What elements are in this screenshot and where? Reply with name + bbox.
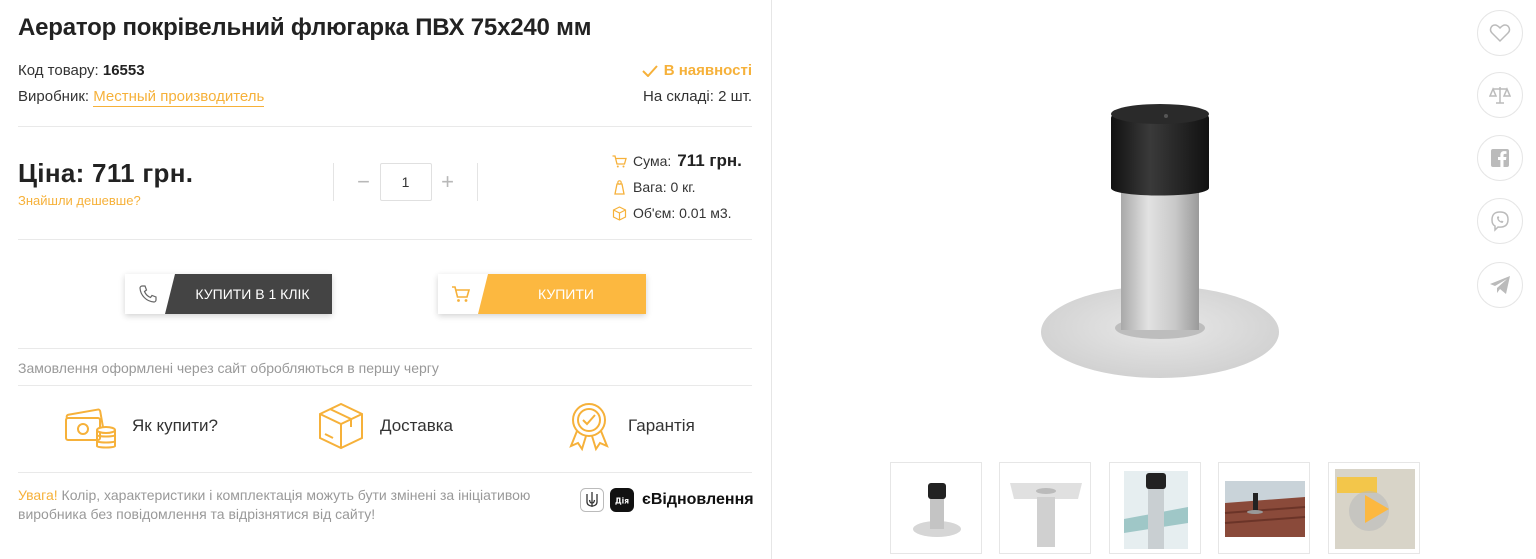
disclaimer: Увага! Колір, характеристики і комплекта… <box>18 486 568 524</box>
thumbnail-image <box>1124 471 1188 549</box>
how-to-buy-link[interactable]: Як купити? <box>64 400 218 452</box>
manufacturer-link[interactable]: Местный производитель <box>93 88 265 107</box>
manufacturer-label: Виробник: <box>18 88 90 105</box>
product-code: Код товару: 16553 <box>18 62 145 79</box>
quantity-input[interactable]: 1 <box>379 163 432 201</box>
weight-icon <box>614 179 625 195</box>
divider <box>18 239 752 240</box>
sum-value: 711 грн. <box>677 151 742 170</box>
how-to-buy-label: Як купити? <box>132 416 219 435</box>
scales-icon <box>1489 87 1511 104</box>
telegram-share-button[interactable] <box>1477 262 1523 308</box>
divider <box>18 348 752 349</box>
money-icon <box>65 408 116 449</box>
wishlist-button[interactable] <box>1477 10 1523 56</box>
quantity-plus-button[interactable]: + <box>432 171 464 193</box>
delivery-label: Доставка <box>380 416 454 435</box>
quantity-minus-button[interactable]: − <box>348 171 380 193</box>
cart-icon <box>612 154 627 167</box>
volume-text: Об'єм: 0.01 м3. <box>633 205 732 221</box>
buy-one-click-label: КУПИТИ В 1 КЛІК <box>165 274 332 314</box>
thumbnail-5-video[interactable] <box>1328 462 1420 554</box>
heart-icon <box>1489 24 1511 43</box>
buy-button[interactable]: КУПИТИ <box>438 274 646 314</box>
thumbnail-4[interactable] <box>1218 462 1310 554</box>
sum-label: Сума: <box>633 153 672 169</box>
thumbnail-image <box>1224 481 1306 537</box>
order-summary: Сума: 711 грн. Вага: 0 кг. Об'єм: 0.01 м… <box>612 148 752 226</box>
divider <box>18 472 752 473</box>
warranty-link[interactable]: Гарантія <box>564 400 695 452</box>
buy-label: КУПИТИ <box>478 274 646 314</box>
disclaimer-lead: Увага! <box>18 487 58 503</box>
product-code-label: Код товару: <box>18 62 99 79</box>
thumbnail-3[interactable] <box>1109 462 1201 554</box>
product-main-image[interactable] <box>1035 90 1285 385</box>
volume-box-icon <box>612 205 627 221</box>
svg-text:Дія: Дія <box>615 497 629 506</box>
facebook-share-button[interactable] <box>1477 135 1523 181</box>
phone-icon <box>125 274 171 314</box>
priority-note: Замовлення оформлені через сайт обробляю… <box>18 360 439 376</box>
divider <box>18 385 752 386</box>
weight-text: Вага: 0 кг. <box>633 179 696 195</box>
thumbnail-image <box>913 483 961 537</box>
diya-logo-icon: Дія <box>610 488 634 512</box>
buy-one-click-button[interactable]: КУПИТИ В 1 КЛІК <box>125 274 332 314</box>
delivery-link[interactable]: Доставка <box>316 400 453 452</box>
stock-count: На складі: 2 шт. <box>642 88 752 105</box>
thumbnail-image <box>1010 483 1082 547</box>
telegram-icon <box>1490 276 1510 294</box>
availability-status: В наявності <box>642 62 752 79</box>
box-icon <box>319 402 363 450</box>
evidnovlennia-badge: Дія єВідновлення <box>580 488 754 512</box>
check-icon <box>642 64 658 77</box>
product-code-value: 16553 <box>102 62 145 79</box>
product-info-panel: Аератор покрівельний флюгарка ПВХ 75х240… <box>0 0 772 559</box>
cart-icon <box>438 274 484 314</box>
found-cheaper-link[interactable]: Знайшли дешевше? <box>18 193 141 208</box>
divider <box>18 126 752 127</box>
viber-icon <box>1491 211 1509 232</box>
play-icon <box>1365 495 1389 523</box>
warranty-label: Гарантія <box>628 416 695 435</box>
thumbnail-1[interactable] <box>890 462 982 554</box>
product-title: Аератор покрівельний флюгарка ПВХ 75х240… <box>18 14 592 41</box>
trident-icon <box>580 488 604 512</box>
disclaimer-text: Колір, характеристики і комплектація мож… <box>18 487 531 522</box>
quantity-stepper: − 1 + <box>333 163 478 201</box>
viber-share-button[interactable] <box>1477 198 1523 244</box>
evidnovlennia-text: єВідновлення <box>642 491 754 508</box>
availability-text: В наявності <box>663 62 752 79</box>
manufacturer: Виробник: Местный производитель <box>18 88 265 107</box>
price: Ціна: 711 грн. <box>18 158 194 188</box>
facebook-icon <box>1491 149 1509 167</box>
compare-button[interactable] <box>1477 72 1523 118</box>
thumbnail-2[interactable] <box>999 462 1091 554</box>
medal-icon <box>569 403 609 452</box>
